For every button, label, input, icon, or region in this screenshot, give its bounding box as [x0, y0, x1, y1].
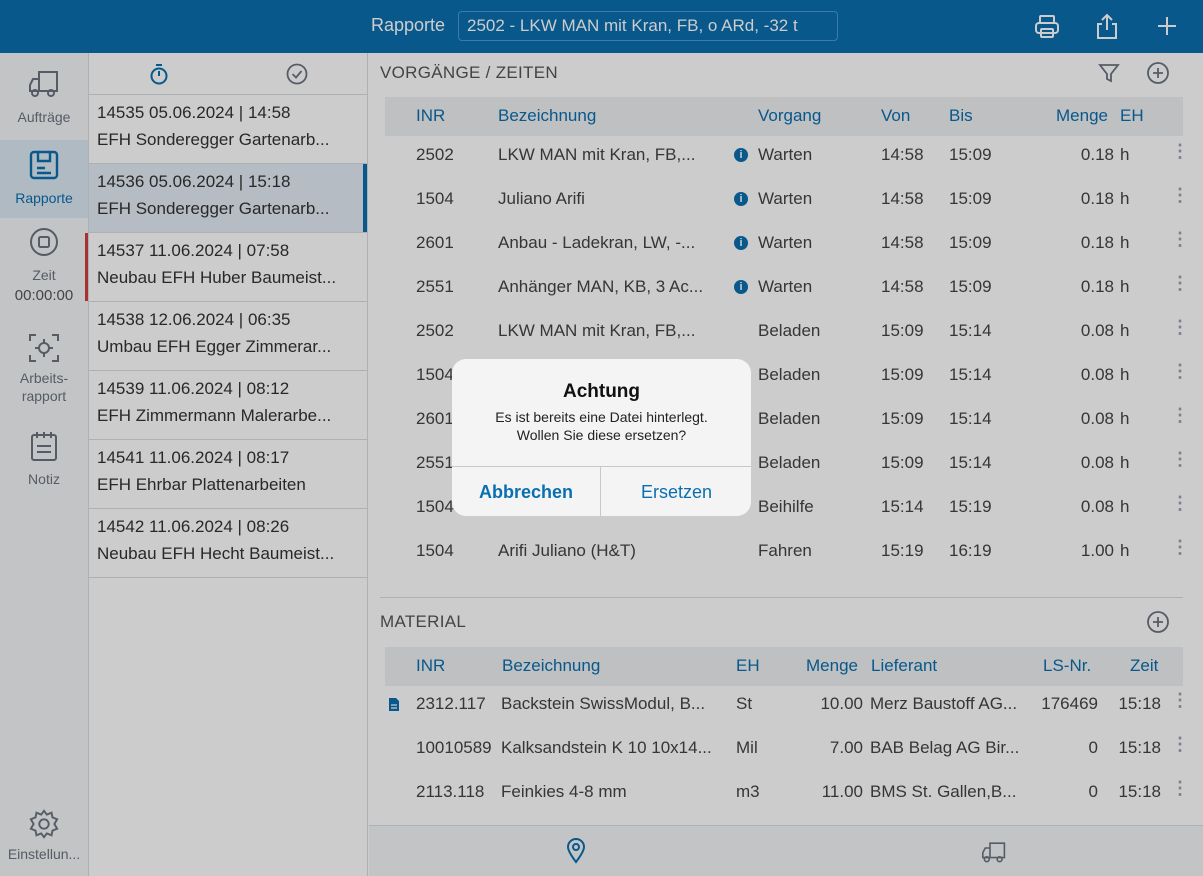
- alert-dialog: Achtung Es ist bereits eine Datei hinter…: [452, 359, 751, 516]
- cancel-button[interactable]: Abbrechen: [452, 467, 601, 516]
- replace-button[interactable]: Ersetzen: [602, 467, 751, 516]
- dialog-message-line: Es ist bereits eine Datei hinterlegt.: [495, 409, 708, 425]
- dialog-message-line: Wollen Sie diese ersetzen?: [516, 427, 687, 443]
- dialog-message: Es ist bereits eine Datei hinterlegt. Wo…: [452, 408, 751, 444]
- dialog-buttons: Abbrechen Ersetzen: [452, 466, 751, 516]
- dialog-title: Achtung: [562, 381, 641, 402]
